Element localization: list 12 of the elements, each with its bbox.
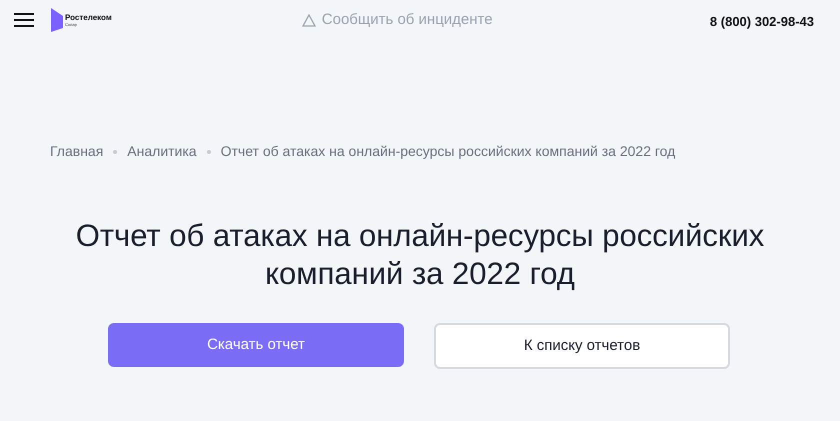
report-incident-link[interactable]: Сообщить об инциденте <box>302 8 493 32</box>
warning-icon <box>302 14 316 26</box>
download-button[interactable]: Скачать отчет <box>108 323 404 367</box>
breadcrumb-link[interactable]: Аналитика <box>127 141 197 162</box>
page-title: Отчет об атаках на онлайн-ресурсы российских компаний за 2022 год <box>74 217 766 293</box>
logo-icon <box>51 8 63 32</box>
logo-name: Ростелеком <box>65 14 112 22</box>
phone-number[interactable]: 8 (800) 302-98-43 <box>710 12 814 32</box>
breadcrumb-link[interactable]: Главная <box>50 141 104 162</box>
menu-icon[interactable] <box>14 13 34 27</box>
breadcrumb-link[interactable]: Отчет об атаках на онлайн-ресурсы российских компаний за 2022 год <box>220 141 676 162</box>
reports-list-button[interactable]: К списку отчетов <box>434 323 730 369</box>
